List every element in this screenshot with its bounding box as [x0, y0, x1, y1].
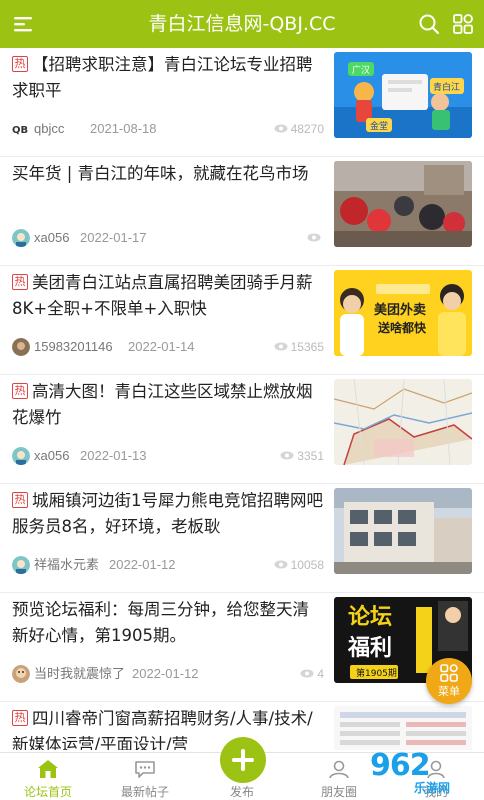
page-title: 青白江信息网-QBJ.CC: [148, 13, 336, 35]
post-meta: 当时我就震惊了 2022-01-12 4: [12, 665, 324, 683]
post-meta: xa056 2022-01-17: [12, 229, 324, 247]
thumb-label: 青白江: [433, 81, 460, 93]
tab-latest-posts[interactable]: 最新帖子: [97, 753, 193, 800]
eye-icon: [307, 233, 321, 242]
post-date: 2022-01-12: [109, 557, 176, 572]
post-title[interactable]: 【招聘求职注意】青白江论坛专业招聘求职平: [12, 52, 324, 104]
post-author[interactable]: 15983201146: [34, 338, 113, 356]
grid-icon[interactable]: [452, 13, 474, 35]
apps-icon: [440, 664, 458, 682]
post-thumbnail[interactable]: [334, 488, 472, 574]
avatar[interactable]: [12, 229, 30, 247]
view-count: 48270: [274, 120, 324, 138]
post-date: 2022-01-14: [128, 339, 195, 354]
avatar[interactable]: [12, 338, 30, 356]
tab-label: 论坛首页: [23, 785, 72, 799]
post-title[interactable]: 高清大图！青白江这些区域禁止燃放烟花爆竹: [12, 379, 324, 431]
watermark-subtext: 乐游网: [414, 781, 451, 795]
post-item[interactable]: 买年货 | 青白江的年味，就藏在花鸟市场 xa056 2022-01-17: [0, 157, 484, 266]
post-thumbnail[interactable]: 美团外卖 送啥都快: [334, 270, 472, 356]
post-thumbnail[interactable]: 广汉 青白江 金堂: [334, 52, 472, 138]
post-item[interactable]: 热 高清大图！青白江这些区域禁止燃放烟花爆竹 xa056 2022-01-13 …: [0, 375, 484, 484]
post-author[interactable]: 当时我就震惊了: [34, 665, 125, 683]
post-title[interactable]: 预览论坛福利：每周三分钟，给您整天清新好心情，第1905期。: [12, 597, 324, 649]
watermark-logo: 962 乐游网: [370, 748, 480, 798]
view-count-value: 3351: [297, 449, 324, 463]
post-author[interactable]: xa056: [34, 447, 69, 465]
top-app-bar: 青白江信息网-QBJ.CC: [0, 0, 484, 48]
view-count-value: 10058: [290, 558, 324, 572]
view-count: 15365: [274, 338, 324, 356]
floating-menu-label: 菜单: [438, 685, 460, 698]
eye-icon: [274, 560, 288, 569]
thumb-label: 论坛: [348, 604, 392, 630]
floating-menu-button[interactable]: 菜单: [426, 658, 472, 704]
thumb-label: 第1905期: [356, 667, 397, 679]
home-icon: [38, 760, 58, 778]
post-title[interactable]: 买年货 | 青白江的年味，就藏在花鸟市场: [12, 161, 324, 187]
post-date: 2021-08-18: [90, 121, 157, 136]
post-thumbnail[interactable]: [334, 706, 472, 750]
chat-icon: [135, 761, 155, 778]
eye-icon: [300, 669, 314, 678]
post-author[interactable]: 祥福水元素: [34, 556, 99, 574]
post-meta: 祥福水元素 2022-01-12 10058: [12, 556, 324, 574]
post-date: 2022-01-12: [132, 666, 199, 681]
post-thumbnail[interactable]: [334, 379, 472, 465]
post-title[interactable]: 城厢镇河边街1号犀力熊电竞馆招聘网吧服务员8名，好环境，老板耿: [12, 488, 324, 540]
post-meta: QB qbjcc 2021-08-18 48270: [12, 120, 324, 138]
view-count: [307, 229, 324, 247]
view-count-value: 4: [317, 667, 324, 681]
post-author[interactable]: qbjcc: [34, 120, 64, 138]
post-meta: 15983201146 2022-01-14 15365: [12, 338, 324, 356]
post-date: 2022-01-13: [80, 448, 147, 463]
post-author[interactable]: xa056: [34, 229, 69, 247]
view-count: 3351: [280, 447, 324, 465]
publish-button[interactable]: [220, 737, 266, 783]
view-count: 10058: [274, 556, 324, 574]
thumb-label: 金堂: [370, 120, 388, 132]
post-item[interactable]: 热 美团青白江站点直属招聘美团骑手月薪8K+全职+不限单+入职快 1598320…: [0, 266, 484, 375]
view-count: 4: [300, 665, 324, 683]
avatar[interactable]: [12, 447, 30, 465]
post-item[interactable]: 热 城厢镇河边街1号犀力熊电竞馆招聘网吧服务员8名，好环境，老板耿 祥福水元素 …: [0, 484, 484, 593]
post-title[interactable]: 四川睿帝门窗高薪招聘财务/人事/技术/新媒体运营/平面设计/营: [12, 706, 324, 750]
thumb-label: 送啥都快: [377, 320, 427, 335]
friends-icon: [329, 760, 349, 779]
svg-text:QB: QB: [12, 125, 28, 136]
avatar[interactable]: QB: [12, 120, 30, 138]
thumb-label: 福利: [347, 636, 392, 661]
tab-label: 最新帖子: [120, 785, 169, 799]
post-list: 热 【招聘求职注意】青白江论坛专业招聘求职平 QB qbjcc 2021-08-…: [0, 48, 484, 750]
tab-label: 发布: [229, 785, 254, 799]
view-count-value: 15365: [290, 340, 324, 354]
tab-forum-home[interactable]: 论坛首页: [0, 753, 96, 800]
post-title[interactable]: 美团青白江站点直属招聘美团骑手月薪8K+全职+不限单+入职快: [12, 270, 324, 322]
post-thumbnail[interactable]: [334, 161, 472, 247]
post-meta: xa056 2022-01-13 3351: [12, 447, 324, 465]
thumb-label: 美团外卖: [374, 302, 426, 318]
eye-icon: [274, 342, 288, 351]
post-date: 2022-01-17: [80, 230, 147, 245]
watermark-text: 962: [370, 748, 431, 783]
search-icon[interactable]: [418, 13, 440, 35]
eye-icon: [280, 451, 294, 460]
post-item[interactable]: 热 【招聘求职注意】青白江论坛专业招聘求职平 QB qbjcc 2021-08-…: [0, 48, 484, 157]
post-item[interactable]: 预览论坛福利：每周三分钟，给您整天清新好心情，第1905期。 当时我就震惊了 2…: [0, 593, 484, 702]
avatar[interactable]: [12, 665, 30, 683]
eye-icon: [274, 124, 288, 133]
avatar[interactable]: [12, 556, 30, 574]
thumb-label: 广汉: [352, 64, 370, 76]
view-count-value: 48270: [290, 122, 324, 136]
